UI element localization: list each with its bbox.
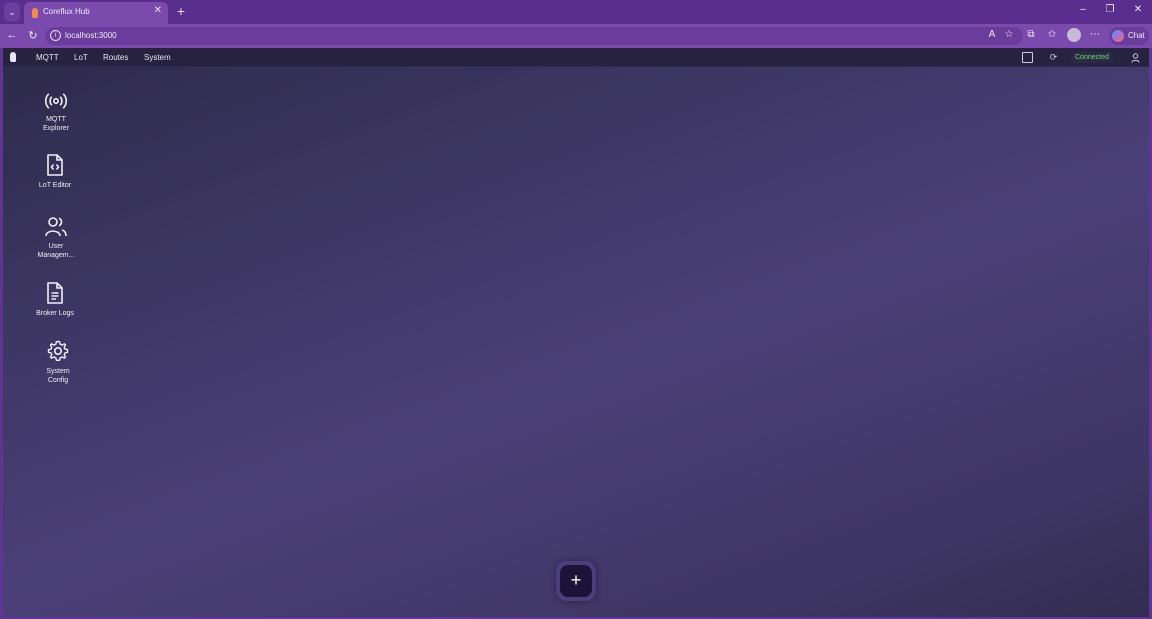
desktop-item-label: LoT Editor	[38, 182, 72, 189]
layout-icon[interactable]	[1022, 52, 1033, 63]
desktop-item-user-management[interactable]: User Managem...	[26, 216, 86, 260]
users-icon	[45, 217, 67, 237]
desktop-item-label: MQTT Explorer	[42, 116, 70, 132]
broadcast-icon	[45, 93, 67, 109]
desktop-item-mqtt-explorer[interactable]: MQTT Explorer	[26, 91, 86, 133]
browser-tab[interactable]: Coreflux Hub ✕	[24, 2, 168, 24]
page-viewport: MQTT LoT Routes System ⟳ Connected MQTT …	[3, 48, 1149, 617]
new-tab-button[interactable]: +	[174, 3, 188, 19]
favorite-star-icon[interactable]: ☆	[1002, 29, 1016, 40]
app-logo-icon[interactable]	[10, 52, 16, 62]
address-toolbar: ← ↻ i localhost:3000 A ☆ ⧉ ✩ ⋯ Chat	[0, 24, 1152, 48]
chat-label: Chat	[1128, 31, 1145, 40]
desktop-item-label: Broker Logs	[36, 310, 74, 317]
add-button[interactable]: +	[560, 565, 592, 597]
desktop-item-label: User Managem...	[37, 243, 75, 259]
more-options-icon[interactable]: ⋯	[1088, 29, 1102, 40]
gear-icon	[47, 340, 69, 361]
back-icon[interactable]: ←	[5, 29, 19, 41]
chat-button[interactable]: Chat	[1109, 27, 1149, 45]
close-window-button[interactable]: ✕	[1130, 4, 1146, 15]
reload-icon[interactable]: ↻	[26, 29, 40, 42]
code-file-icon	[47, 154, 63, 176]
menu-system[interactable]: System	[144, 53, 171, 62]
copilot-icon	[1112, 30, 1124, 42]
desktop-item-broker-logs[interactable]: Broker Logs	[25, 281, 85, 318]
tab-strip: ⌄ Coreflux Hub ✕ + – ❐ ✕	[0, 0, 1152, 24]
menu-lot[interactable]: LoT	[74, 53, 88, 62]
extensions-icon[interactable]: ⧉	[1024, 29, 1038, 40]
refresh-icon[interactable]: ⟳	[1048, 52, 1059, 63]
tab-list-button[interactable]: ⌄	[4, 3, 20, 21]
minimize-button[interactable]: –	[1075, 4, 1091, 15]
desktop-item-lot-editor[interactable]: LoT Editor	[25, 153, 85, 190]
read-aloud-icon[interactable]: A	[985, 29, 999, 40]
add-button-container: +	[556, 561, 596, 601]
user-icon[interactable]	[1130, 52, 1141, 63]
app-menu-bar: MQTT LoT Routes System ⟳ Connected	[3, 48, 1149, 67]
tab-close-button[interactable]: ✕	[154, 5, 162, 16]
favorites-icon[interactable]: ✩	[1045, 29, 1059, 40]
connection-status-badge: Connected	[1071, 52, 1113, 63]
desktop-item-system-config[interactable]: System Config	[28, 339, 88, 385]
menu-mqtt[interactable]: MQTT	[36, 53, 59, 62]
profile-avatar[interactable]	[1067, 28, 1081, 42]
site-info-icon[interactable]: i	[50, 30, 61, 41]
address-bar[interactable]: i localhost:3000 A ☆	[45, 27, 1023, 45]
url-text[interactable]: localhost:3000	[65, 31, 117, 40]
menu-routes[interactable]: Routes	[103, 53, 128, 62]
tab-title: Coreflux Hub	[43, 7, 90, 16]
document-icon	[47, 282, 63, 304]
browser-window: ⌄ Coreflux Hub ✕ + – ❐ ✕ ← ↻ i localhost…	[0, 0, 1152, 619]
favicon-icon	[32, 8, 38, 18]
restore-button[interactable]: ❐	[1102, 4, 1118, 15]
desktop-item-label: System Config	[46, 368, 70, 384]
